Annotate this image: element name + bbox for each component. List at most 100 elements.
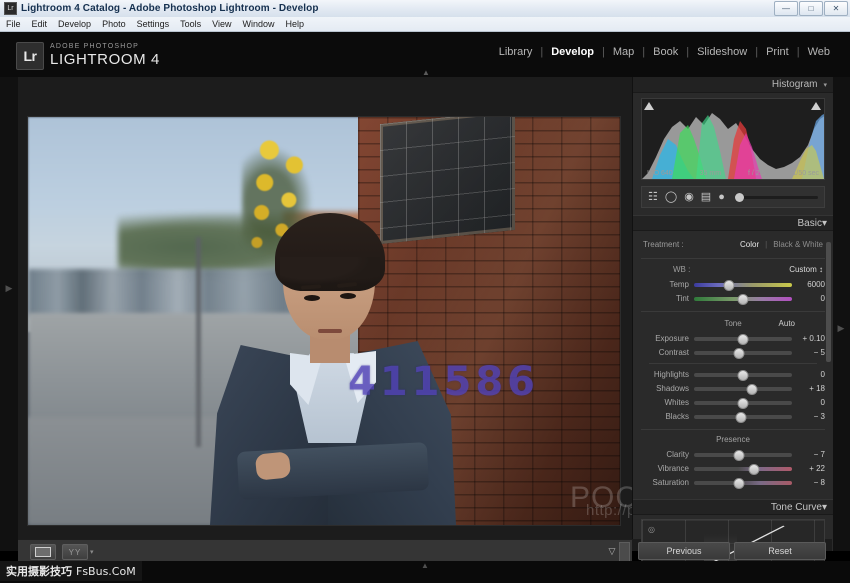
- slider-highlights[interactable]: Highlights 0: [641, 368, 825, 381]
- shadow-clipping-indicator[interactable]: [644, 101, 655, 112]
- slider-track[interactable]: [694, 297, 792, 301]
- auto-tone-button[interactable]: Auto: [779, 319, 795, 328]
- brush-size-knob[interactable]: [735, 193, 744, 202]
- crop-overlay-icon[interactable]: ☷: [648, 192, 658, 203]
- loupe-view-icon[interactable]: [30, 544, 56, 560]
- top-panel-collapse-arrow[interactable]: ▲: [417, 69, 435, 76]
- slider-blacks[interactable]: Blacks − 3: [641, 410, 825, 423]
- module-print[interactable]: Print: [758, 46, 797, 58]
- slider-knob[interactable]: [738, 398, 749, 409]
- close-button[interactable]: ✕: [824, 1, 848, 16]
- previous-button[interactable]: Previous: [638, 542, 730, 560]
- menu-photo[interactable]: Photo: [102, 19, 126, 29]
- before-after-compare-icon[interactable]: YY: [62, 544, 88, 560]
- photo-mouth: [318, 329, 342, 333]
- slider-track[interactable]: [694, 401, 792, 405]
- slider-track[interactable]: [694, 453, 792, 457]
- left-panel-strip[interactable]: [0, 77, 19, 551]
- basic-panel-header[interactable]: Basic ▾: [633, 215, 833, 231]
- module-web[interactable]: Web: [800, 46, 838, 58]
- chevron-down-icon[interactable]: ▾: [822, 218, 827, 229]
- menu-file[interactable]: File: [6, 19, 21, 29]
- slider-whites[interactable]: Whites 0: [641, 396, 825, 409]
- histogram-panel-header[interactable]: Histogram ▾: [633, 77, 833, 93]
- slider-track[interactable]: [694, 337, 792, 341]
- module-map[interactable]: Map: [605, 46, 642, 58]
- module-develop[interactable]: Develop: [543, 46, 602, 58]
- minimize-button[interactable]: —: [774, 1, 798, 16]
- right-panel-strip[interactable]: [832, 77, 850, 551]
- slider-tint[interactable]: Tint 0: [641, 292, 825, 305]
- left-panel-expand-arrow[interactable]: ▶: [4, 282, 14, 294]
- module-slideshow[interactable]: Slideshow: [689, 46, 755, 58]
- slider-track[interactable]: [694, 373, 792, 377]
- slider-track[interactable]: [694, 481, 792, 485]
- photo-hand: [255, 451, 292, 480]
- tone-curve-panel-header[interactable]: Tone Curve ▾: [633, 499, 833, 515]
- slider-saturation[interactable]: Saturation − 8: [641, 476, 825, 489]
- red-eye-icon[interactable]: ◉: [684, 192, 694, 203]
- module-library[interactable]: Library: [491, 46, 541, 58]
- lightroom-window: Lr Lightroom 4 Catalog - Adobe Photoshop…: [0, 0, 850, 551]
- compare-mode-chevron-down-icon[interactable]: ▾: [90, 548, 94, 556]
- highlight-clipping-indicator[interactable]: [811, 101, 822, 112]
- menu-help[interactable]: Help: [286, 19, 305, 29]
- slider-label: Shadows: [641, 384, 694, 393]
- slider-clarity[interactable]: Clarity − 7: [641, 448, 825, 461]
- right-panel-scrollbar[interactable]: [826, 242, 831, 362]
- slider-shadows[interactable]: Shadows + 18: [641, 382, 825, 395]
- module-book[interactable]: Book: [645, 46, 686, 58]
- slider-track[interactable]: [694, 467, 792, 471]
- slider-temp[interactable]: Temp 6000: [641, 278, 825, 291]
- adjustment-brush-icon[interactable]: ●: [718, 192, 725, 203]
- brush-size-slider[interactable]: [735, 196, 818, 199]
- spot-removal-icon[interactable]: ◯: [665, 192, 677, 203]
- chevron-down-icon[interactable]: ▾: [822, 502, 827, 513]
- maximize-button[interactable]: □: [799, 1, 823, 16]
- slider-track[interactable]: [694, 351, 792, 355]
- menu-settings[interactable]: Settings: [137, 19, 170, 29]
- histogram-graph[interactable]: ISO 640 35 mm f / 2.5 1/50 sec: [641, 98, 825, 180]
- slider-track[interactable]: [694, 283, 792, 287]
- wb-preset-value[interactable]: Custom ↕: [789, 265, 823, 274]
- slider-vibrance[interactable]: Vibrance + 22: [641, 462, 825, 475]
- lightroom-app: Lr ADOBE PHOTOSHOP LIGHTROOM 4 Library |…: [0, 32, 850, 551]
- slider-knob[interactable]: [724, 280, 735, 291]
- chevron-down-icon[interactable]: ▾: [823, 81, 827, 89]
- slider-track[interactable]: [694, 387, 792, 391]
- targeted-adjustment-icon[interactable]: ◎: [648, 525, 656, 533]
- slider-exposure[interactable]: Exposure + 0.10: [641, 332, 825, 345]
- slider-knob[interactable]: [736, 412, 747, 423]
- menu-window[interactable]: Window: [243, 19, 275, 29]
- filmstrip-collapse-arrow[interactable]: ▲: [415, 562, 435, 570]
- slider-knob[interactable]: [734, 348, 745, 359]
- reset-button[interactable]: Reset: [734, 542, 826, 560]
- treatment-black-white-option[interactable]: Black & White: [773, 240, 823, 249]
- slider-knob[interactable]: [746, 384, 757, 395]
- menu-tools[interactable]: Tools: [180, 19, 201, 29]
- slider-knob[interactable]: [734, 450, 745, 461]
- slider-knob[interactable]: [738, 334, 749, 345]
- menu-edit[interactable]: Edit: [32, 19, 48, 29]
- slider-knob[interactable]: [738, 294, 749, 305]
- slider-knob[interactable]: [748, 464, 759, 475]
- menu-develop[interactable]: Develop: [58, 19, 91, 29]
- menu-view[interactable]: View: [212, 19, 231, 29]
- wb-stepper-icon[interactable]: ↕: [819, 265, 823, 274]
- slider-value: 0: [792, 398, 825, 407]
- slider-label: Blacks: [641, 412, 694, 421]
- treatment-color-option[interactable]: Color: [740, 240, 759, 249]
- graduated-filter-icon[interactable]: ▤: [701, 192, 711, 203]
- slider-contrast[interactable]: Contrast − 5: [641, 346, 825, 359]
- photo-image[interactable]: 411586: [28, 117, 620, 525]
- histogram-panel-title: Histogram: [772, 79, 818, 90]
- slider-knob[interactable]: [734, 478, 745, 489]
- image-preview-area[interactable]: 411586: [18, 77, 628, 539]
- treatment-label: Treatment :: [643, 240, 684, 249]
- tone-divider: [649, 363, 817, 364]
- toolbar-scrollbar[interactable]: [619, 542, 630, 562]
- right-panel-expand-arrow[interactable]: ▶: [836, 322, 846, 334]
- filter-icon[interactable]: ▽: [606, 544, 618, 558]
- slider-track[interactable]: [694, 415, 792, 419]
- slider-knob[interactable]: [738, 370, 749, 381]
